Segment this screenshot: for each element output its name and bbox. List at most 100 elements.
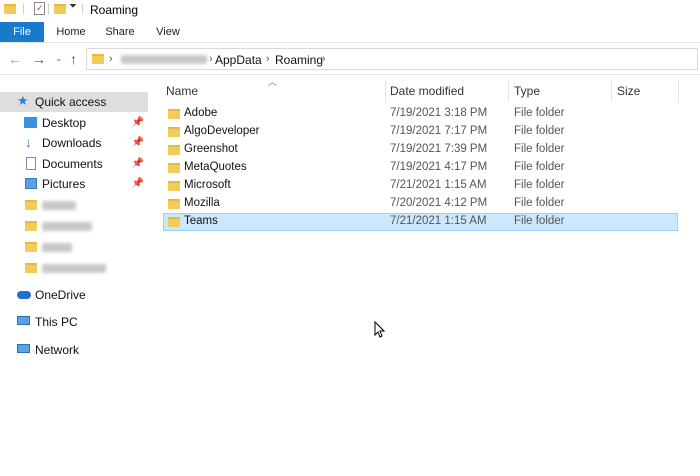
column-divider[interactable] [385,80,386,102]
folder-icon [168,217,180,227]
folder-icon [25,200,37,210]
folder-icon [25,221,37,231]
file-type: File folder [514,161,565,173]
back-button[interactable]: ← [8,51,22,67]
redacted-label [42,264,106,273]
file-row-greenshot[interactable]: Greenshot 7/19/2021 7:39 PM File folder [163,141,678,159]
file-date: 7/19/2021 7:17 PM [390,125,488,137]
folder-icon [168,181,180,191]
nav-label: This PC [35,315,78,329]
desktop-icon [24,117,37,128]
mouse-cursor-icon [374,321,386,338]
document-icon [26,157,36,170]
star-icon: ★ [17,93,29,108]
pin-icon[interactable]: 📌 [132,158,144,169]
customize-toolbar-icon[interactable]: ⏷ [69,1,77,12]
nav-redacted-folder[interactable] [0,216,148,236]
breadcrumb-separator[interactable]: › [322,53,326,65]
file-type: File folder [514,107,565,119]
nav-this-pc[interactable]: This PC [0,312,148,332]
folder-icon [4,4,16,14]
folder-icon [168,127,180,137]
nav-onedrive[interactable]: OneDrive [0,285,148,305]
file-type: File folder [514,215,565,227]
file-date: 7/19/2021 4:17 PM [390,161,488,173]
column-header-type[interactable]: Type [514,84,540,98]
file-row-adobe[interactable]: Adobe 7/19/2021 3:18 PM File folder [163,105,678,123]
properties-icon[interactable]: ✓ [34,2,45,15]
file-name: Microsoft [184,179,231,191]
breadcrumb-separator[interactable]: › [109,53,113,65]
title-bar: | ✓ | ⏷ | Roaming [0,0,700,20]
redacted-user-crumb[interactable] [121,55,207,64]
file-row-microsoft[interactable]: Microsoft 7/21/2021 1:15 AM File folder [163,177,678,195]
file-row-teams[interactable]: Teams 7/21/2021 1:15 AM File folder [163,213,678,231]
up-button[interactable]: ↑ [70,51,77,67]
recent-locations-button[interactable]: ⌄ [55,53,63,64]
file-name: Adobe [184,107,218,119]
breadcrumb-appdata[interactable]: AppData [215,53,262,67]
file-row-algodeveloper[interactable]: AlgoDeveloper 7/19/2021 7:17 PM File fol… [163,123,678,141]
network-icon [17,344,30,353]
nav-redacted-folder[interactable] [0,237,148,257]
tab-file[interactable]: File [0,22,44,42]
breadcrumb-roaming[interactable]: Roaming [275,53,323,67]
nav-redacted-folder[interactable] [0,195,148,215]
redacted-label [42,222,92,231]
pin-icon[interactable]: 📌 [132,137,144,148]
nav-label: OneDrive [35,288,86,302]
breadcrumb-separator[interactable]: › [209,53,213,65]
column-header-name[interactable]: Name [166,84,198,98]
nav-downloads[interactable]: ↓ Downloads 📌 [0,133,148,153]
file-row-metaquotes[interactable]: MetaQuotes 7/19/2021 4:17 PM File folder [163,159,678,177]
column-divider[interactable] [611,80,612,102]
column-header-date[interactable]: Date modified [390,84,464,98]
file-date: 7/19/2021 3:18 PM [390,107,488,119]
address-bar[interactable]: › › AppData › Roaming › [86,48,698,70]
file-date: 7/21/2021 1:15 AM [390,179,487,191]
forward-button[interactable]: → [32,51,46,67]
breadcrumb-separator[interactable]: › [266,53,270,65]
divider: | [81,1,85,15]
folder-icon [25,263,37,273]
file-name: Greenshot [184,143,238,155]
folder-icon [168,145,180,155]
redacted-label [42,243,72,252]
file-date: 7/20/2021 4:12 PM [390,197,488,209]
file-type: File folder [514,143,565,155]
divider: | [22,1,26,15]
pin-icon[interactable]: 📌 [132,178,144,189]
file-name: MetaQuotes [184,161,247,173]
column-divider[interactable] [508,80,509,102]
nav-documents[interactable]: Documents 📌 [0,154,148,174]
tab-share[interactable]: Share [98,22,142,42]
cloud-icon [17,291,31,299]
file-type: File folder [514,179,565,191]
nav-label: Network [35,343,80,357]
divider: | [47,1,51,15]
nav-network[interactable]: Network [0,340,148,360]
download-arrow-icon: ↓ [25,134,32,150]
folder-icon [25,242,37,252]
column-divider[interactable] [678,80,679,102]
nav-quick-access[interactable]: ★ Quick access [0,92,148,112]
file-name: Mozilla [184,197,220,209]
file-row-mozilla[interactable]: Mozilla 7/20/2021 4:12 PM File folder [163,195,678,213]
file-type: File folder [514,197,565,209]
nav-desktop[interactable]: Desktop 📌 [0,113,148,133]
file-date: 7/19/2021 7:39 PM [390,143,488,155]
file-name: AlgoDeveloper [184,125,260,137]
nav-label: Documents [42,157,103,171]
tab-view[interactable]: View [148,22,188,42]
nav-label: Desktop [42,116,87,130]
tab-home[interactable]: Home [50,22,92,42]
file-name: Teams [184,215,218,227]
redacted-label [42,201,76,210]
file-type: File folder [514,125,565,137]
column-header-size[interactable]: Size [617,84,640,98]
nav-pictures[interactable]: Pictures 📌 [0,174,148,194]
folder-icon [92,54,104,64]
new-folder-icon[interactable] [54,4,66,14]
pin-icon[interactable]: 📌 [132,117,144,128]
nav-redacted-folder[interactable] [0,258,148,278]
